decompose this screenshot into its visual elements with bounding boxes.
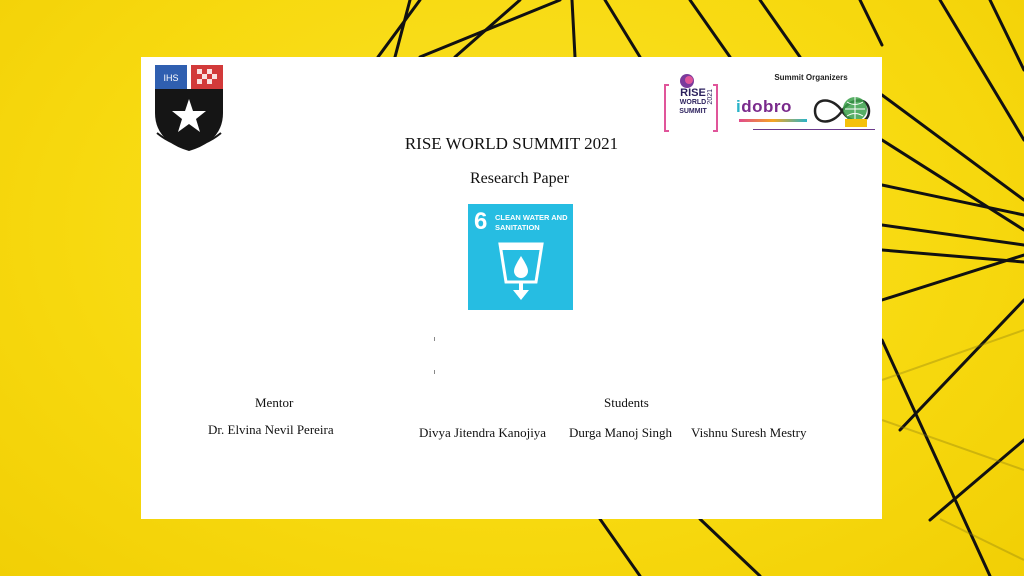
idobro-tagline-bar [739, 119, 807, 122]
rise-globe-icon [813, 97, 871, 127]
mentor-name: Dr. Elvina Nevil Pereira [208, 422, 334, 437]
idobro-word: dobro [741, 97, 792, 116]
sdg-label: CLEAN WATER AND SANITATION [495, 213, 568, 232]
sdg-number: 6 [474, 208, 488, 235]
rise-year: 2021 [707, 89, 714, 105]
faint-mark [434, 337, 435, 341]
rise-logo-text: RISE WORLD SUMMIT [675, 87, 711, 116]
students-heading: Students [604, 395, 649, 410]
world-word: WORLD [679, 99, 707, 106]
student-name: Vishnu Suresh Mestry [691, 425, 807, 440]
document-page: IHS RISE WORLD SUMMIT 2021 Summit Organi… [141, 57, 882, 519]
faint-mark [434, 370, 435, 374]
student-name: Divya Jitendra Kanojiya [419, 425, 547, 440]
sdg-6-tile: 6 CLEAN WATER AND SANITATION [468, 204, 573, 310]
organizers-divider [753, 129, 875, 130]
document-title: RISE WORLD SUMMIT 2021 [404, 134, 619, 153]
document-subtitle: Research Paper [469, 170, 570, 187]
summit-word: SUMMIT [679, 108, 707, 115]
svg-text:IHS: IHS [163, 73, 178, 83]
water-glass-icon [498, 242, 544, 300]
rise-word: RISE [680, 87, 706, 99]
idobro-logo: idobro [736, 97, 792, 117]
summit-organizers: RISE WORLD SUMMIT 2021 Summit Organizers… [661, 67, 876, 137]
organizers-label: Summit Organizers [774, 73, 848, 82]
mentor-heading: Mentor [255, 395, 294, 410]
student-name: Durga Manoj Singh [569, 425, 673, 440]
